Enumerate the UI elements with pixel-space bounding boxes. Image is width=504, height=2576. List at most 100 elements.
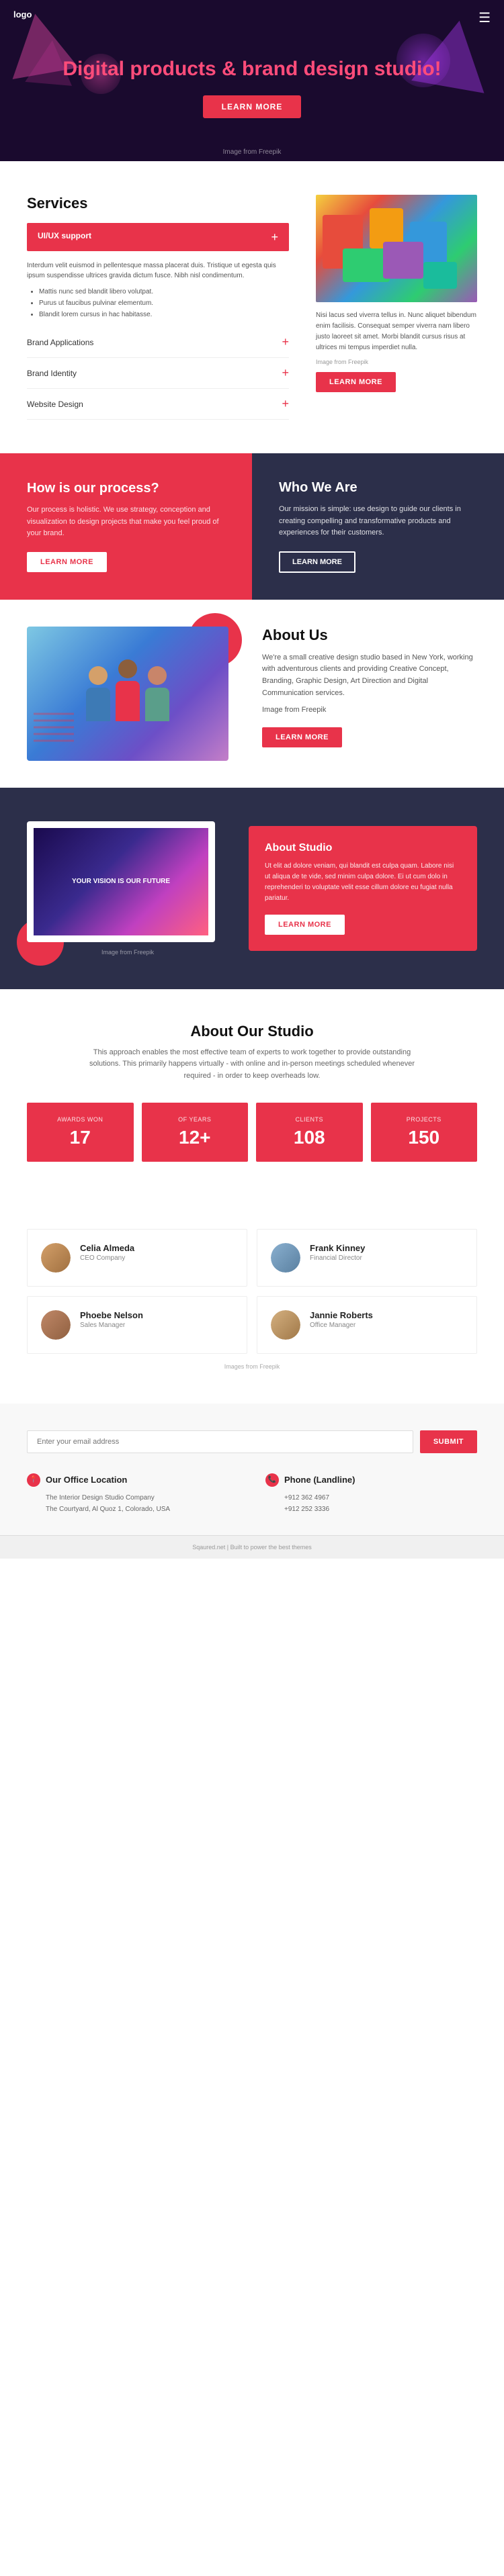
team-card-1: Frank Kinney Financial Director [257,1229,477,1287]
accordion-main[interactable]: UI/UX support + [27,223,289,251]
team-img-credit: Images from Freepik [27,1363,477,1370]
stat-awards: AWARDS WON 17 [27,1103,134,1162]
contact-info: 📍 Our Office Location The Interior Desig… [27,1473,477,1515]
location-icon: 📍 [27,1473,40,1487]
team-role-0: CEO Company [80,1254,134,1262]
services-image-svg [316,195,477,302]
menu-icon[interactable]: ☰ [478,9,491,26]
footer-text: Sqaured.net | Built to power the best th… [192,1544,311,1551]
whoweare-text: Our mission is simple: use design to gui… [279,504,477,539]
contact-office-col: 📍 Our Office Location The Interior Desig… [27,1473,239,1515]
contact-office-line2: The Courtyard, Al Quoz 1, Colorado, USA [46,1504,239,1515]
team-role-3: Office Manager [310,1322,373,1329]
stats-section: About Our Studio This approach enables t… [0,989,504,1195]
hero-img-credit: Image from Freepik [223,148,282,156]
stat-projects-label: PROJECTS [378,1116,471,1123]
email-input[interactable] [27,1430,413,1453]
deco-lines-svg [34,707,74,747]
avatar-image-2 [41,1310,71,1340]
team-info-1: Frank Kinney Financial Director [310,1243,365,1262]
stat-awards-label: AWARDS WON [34,1116,127,1123]
process-learn-more-button[interactable]: LEARN MORE [27,552,107,572]
studio-image: YOUR VISION IS OUR FUTURE [27,821,215,942]
avatar-image-0 [41,1243,71,1273]
team-grid: Celia Almeda CEO Company Frank Kinney Fi… [27,1229,477,1354]
stats-title: About Our Studio [27,1023,477,1040]
services-right-text: Nisi lacus sed viverra tellus in. Nunc a… [316,310,477,353]
person-2-body [116,681,140,721]
service-item-label: Brand Identity [27,369,77,378]
hero-section: logo ☰ Digital products & brand design s… [0,0,504,161]
team-info-3: Jannie Roberts Office Manager [310,1310,373,1329]
stat-clients: CLIENTS 108 [256,1103,363,1162]
team-info-0: Celia Almeda CEO Company [80,1243,134,1262]
whoweare-col: Who We Are Our mission is simple: use de… [252,453,504,600]
accordion-list-item: Blandit lorem cursus in hac habitasse. [39,309,289,320]
team-name-3: Jannie Roberts [310,1310,373,1320]
avatar-image-1 [271,1243,300,1273]
hero-cta-button[interactable]: LEARN MORE [203,95,302,118]
contact-phone-line2: +912 252 3336 [284,1504,477,1515]
services-learn-more-button[interactable]: LEARN MORE [316,372,396,392]
studio-content: About Studio Ut elit ad dolore veniam, q… [249,826,477,951]
studio-img-container: YOUR VISION IS OUR FUTURE Image from Fre… [27,821,228,956]
whoweare-title: Who We Are [279,480,358,496]
services-right: Nisi lacus sed viverra tellus in. Nunc a… [316,195,477,420]
services-img-credit: Image from Freepik [316,359,477,365]
service-item-label: Website Design [27,400,83,409]
team-name-0: Celia Almeda [80,1243,134,1253]
contact-office-header: 📍 Our Office Location [27,1473,239,1487]
service-item-label: Brand Applications [27,338,93,347]
services-title: Services [27,195,289,212]
studio-screen: YOUR VISION IS OUR FUTURE [34,828,208,935]
person-2-head [118,659,137,678]
service-item-brand-applications[interactable]: Brand Applications + [27,327,289,358]
accordion-body: Interdum velit euismod in pellentesque m… [27,254,289,327]
about-studio-dark-section: YOUR VISION IS OUR FUTURE Image from Fre… [0,788,504,989]
stats-grid: AWARDS WON 17 OF YEARS 12+ CLIENTS 108 P… [27,1103,477,1162]
stat-years-label: OF YEARS [149,1116,242,1123]
team-card-3: Jannie Roberts Office Manager [257,1296,477,1354]
about-img-container [27,627,242,761]
contact-phone-line1: +912 362 4967 [284,1492,477,1504]
about-title: About Us [262,627,477,644]
team-role-2: Sales Manager [80,1322,143,1329]
people-group [86,659,169,728]
process-col: How is our process? Our process is holis… [0,453,252,600]
team-avatar-2 [41,1310,71,1340]
accordion-title: UI/UX support [38,231,91,240]
whoweare-learn-more-button[interactable]: LEARN MORE [279,551,355,573]
about-section: About Us We're a small creative design s… [0,600,504,788]
stat-projects: PROJECTS 150 [371,1103,478,1162]
team-card-2: Phoebe Nelson Sales Manager [27,1296,247,1354]
stat-years: OF YEARS 12+ [142,1103,249,1162]
team-section: Celia Almeda CEO Company Frank Kinney Fi… [0,1195,504,1404]
accordion-body-text: Interdum velit euismod in pellentesque m… [27,261,289,281]
service-item-expand-icon: + [282,397,289,411]
stat-projects-value: 150 [378,1127,471,1148]
services-section: Services UI/UX support + Interdum velit … [0,161,504,453]
accordion-icon: + [271,231,278,243]
person-1-body [86,688,110,721]
team-card-0: Celia Almeda CEO Company [27,1229,247,1287]
team-avatar-0 [41,1243,71,1273]
contact-submit-button[interactable]: SUBMIT [420,1430,477,1453]
service-item-brand-identity[interactable]: Brand Identity + [27,358,289,389]
about-learn-more-button[interactable]: LEARN MORE [262,727,342,747]
footer: Sqaured.net | Built to power the best th… [0,1535,504,1559]
stat-clients-label: CLIENTS [263,1116,356,1123]
studio-learn-more-button[interactable]: LEARN MORE [265,915,345,935]
team-avatar-3 [271,1310,300,1340]
service-item-expand-icon: + [282,366,289,380]
about-content: About Us We're a small creative design s… [262,627,477,747]
person-3-body [145,688,169,721]
person-1 [86,666,110,721]
service-item-website-design[interactable]: Website Design + [27,389,289,420]
contact-phone-col: 📞 Phone (Landline) +912 362 4967 +912 25… [265,1473,477,1515]
contact-phone-title: Phone (Landline) [284,1475,355,1485]
services-left: Services UI/UX support + Interdum velit … [27,195,289,420]
about-img-credit: Image from Freepik [262,704,477,717]
contact-office-title: Our Office Location [46,1475,127,1485]
contact-office-address: The Interior Design Studio Company The C… [27,1492,239,1515]
team-role-1: Financial Director [310,1254,365,1262]
